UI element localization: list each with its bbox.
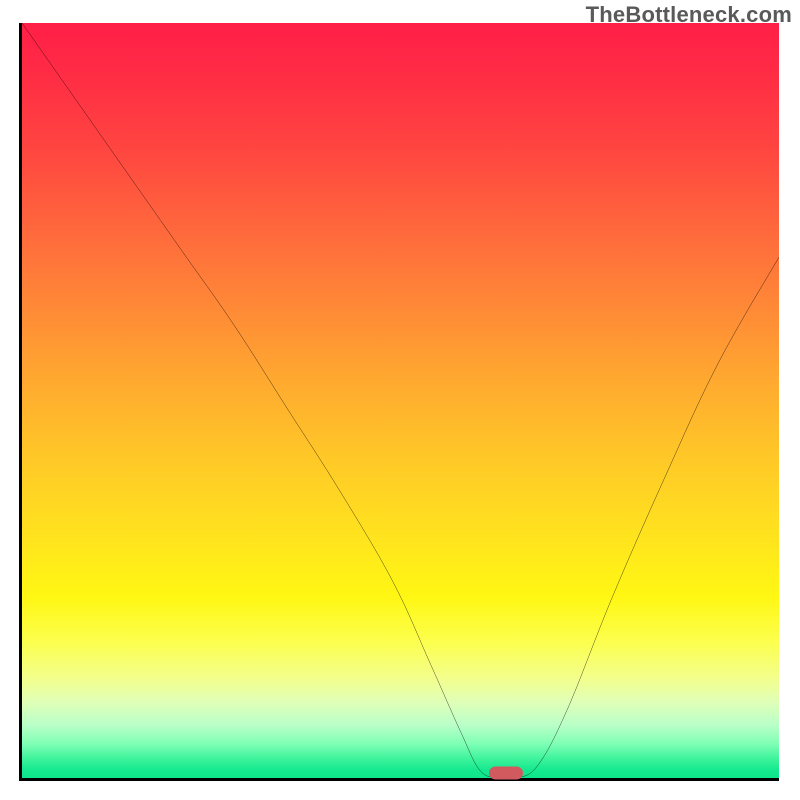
plot-area <box>19 23 779 781</box>
bottleneck-curve-svg <box>22 23 779 778</box>
watermark-text: TheBottleneck.com <box>586 2 792 28</box>
user-config-marker <box>489 767 523 780</box>
bottleneck-curve-path <box>22 23 779 778</box>
chart-container: TheBottleneck.com <box>0 0 800 800</box>
